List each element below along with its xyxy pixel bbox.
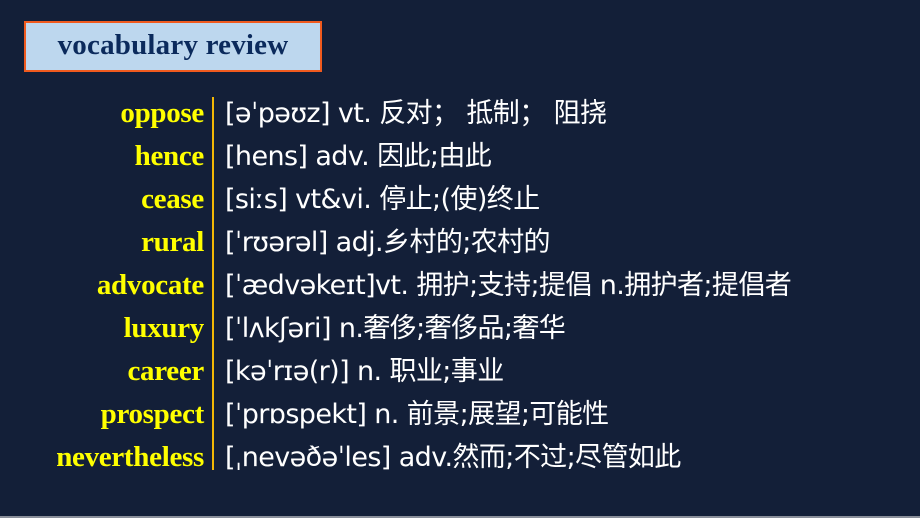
vocab-entry: prospect [ˈprɒspekt] n. 前景;展望;可能性: [0, 394, 920, 437]
vocab-entry: nevertheless [ˌnevəðəˈles] adv.然而;不过;尽管如…: [0, 437, 920, 480]
vocab-word: nevertheless: [56, 441, 204, 473]
vocab-definition: [ˈrʊərəl] adj.乡村的;农村的: [225, 227, 551, 258]
vocab-word: cease: [141, 183, 204, 215]
vocab-word: rural: [141, 226, 204, 258]
vocab-definition: [əˈpəʊz] vt. 反对； 抵制； 阻挠: [225, 98, 607, 129]
vocab-entry: cease [siːs] vt&vi. 停止;(使)终止: [0, 179, 920, 222]
vocab-entry: rural [ˈrʊərəl] adj.乡村的;农村的: [0, 222, 920, 265]
slide-title-box: vocabulary review: [24, 21, 322, 72]
vocab-entry: hence [hens] adv. 因此;由此: [0, 136, 920, 179]
vocab-word: advocate: [96, 269, 204, 301]
vocab-definition: [ˌnevəðəˈles] adv.然而;不过;尽管如此: [225, 442, 681, 473]
vocab-definition: [siːs] vt&vi. 停止;(使)终止: [225, 184, 540, 215]
vocab-word: prospect: [100, 398, 205, 430]
vocab-entry: advocate [ˈædvəkeɪt]vt. 拥护;支持;提倡 n.拥护者;提…: [0, 265, 920, 308]
vocab-word: hence: [134, 140, 205, 172]
vocab-definition: [ˈlʌkʃəri] n.奢侈;奢侈品;奢华: [225, 313, 566, 344]
vocab-word: oppose: [120, 97, 204, 129]
vocab-word: luxury: [123, 312, 205, 344]
vocab-entry: career [kəˈrɪə(r)] n. 职业;事业: [0, 351, 920, 394]
vocab-entry: oppose [əˈpəʊz] vt. 反对； 抵制； 阻挠: [0, 93, 920, 136]
vocab-definition: [ˈprɒspekt] n. 前景;展望;可能性: [225, 399, 609, 430]
vocab-word: career: [127, 355, 204, 387]
slide-title: vocabulary review: [57, 29, 289, 61]
vocab-definition: [kəˈrɪə(r)] n. 职业;事业: [225, 356, 504, 387]
vocab-definition: [hens] adv. 因此;由此: [225, 141, 492, 172]
vocab-entry: luxury [ˈlʌkʃəri] n.奢侈;奢侈品;奢华: [0, 308, 920, 351]
vocab-definition: [ˈædvəkeɪt]vt. 拥护;支持;提倡 n.拥护者;提倡者: [225, 270, 792, 301]
vocabulary-list: oppose [əˈpəʊz] vt. 反对； 抵制； 阻挠 hence [he…: [0, 93, 920, 480]
